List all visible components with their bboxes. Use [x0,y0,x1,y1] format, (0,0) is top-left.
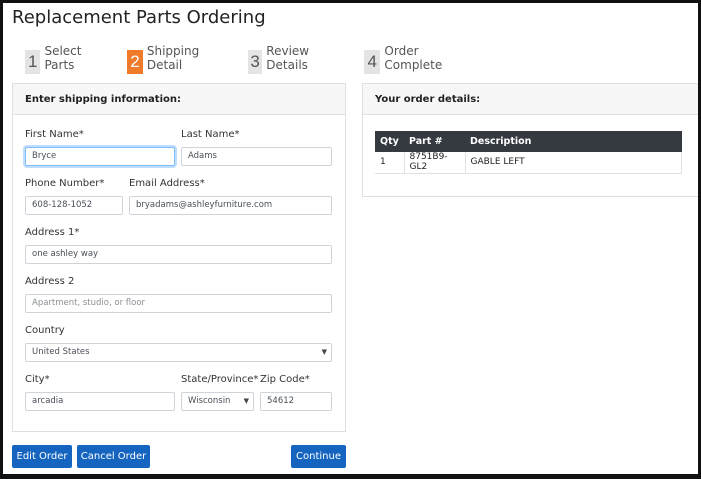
step-shipping-detail: 2 Shipping Detail [127,44,207,74]
address2-label: Address 2 [25,276,75,287]
step-number: 1 [25,50,41,74]
shipping-card-header: Enter shipping information: [13,84,345,115]
step-label: Order Complete [384,44,443,72]
order-table: Qty Part # Description 1 8751B9-GL2 GABL… [375,131,682,174]
cell-description: GABLE LEFT [464,152,682,174]
column-header-description: Description [465,131,682,152]
city-input[interactable]: arcadia [25,392,175,411]
continue-button[interactable]: Continue [291,445,346,468]
step-number: 3 [248,50,263,74]
step-order-complete: 4 Order Complete [364,44,450,74]
step-select-parts: 1 Select Parts [25,44,90,74]
page-title: Replacement Parts Ordering [12,7,266,28]
app-window: Replacement Parts Ordering 1 Select Part… [0,0,701,479]
zip-label: Zip Code* [260,374,310,385]
order-card-header: Your order details: [363,84,698,115]
first-name-input[interactable]: Bryce [25,147,175,166]
edit-order-button[interactable]: Edit Order [12,445,72,468]
cancel-order-button[interactable]: Cancel Order [77,445,150,468]
state-label: State/Province* [181,374,259,385]
email-input[interactable]: bryadams@ashleyfurniture.com [129,196,332,215]
address1-label: Address 1* [25,227,80,238]
country-select[interactable]: United States ▼ [25,343,332,362]
column-header-part: Part # [404,131,465,152]
address1-input[interactable]: one ashley way [25,245,332,264]
column-header-qty: Qty [375,131,404,152]
step-review-details: 3 Review Details [248,44,319,74]
email-label: Email Address* [129,178,205,189]
order-card: Your order details: Qty Part # Descripti… [362,83,698,197]
table-row: 1 8751B9-GL2 GABLE LEFT [375,152,682,174]
last-name-input[interactable]: Adams [181,147,332,166]
order-table-header-row: Qty Part # Description [375,131,682,152]
phone-label: Phone Number* [25,178,105,189]
step-number: 4 [364,50,381,74]
cell-part: 8751B9-GL2 [403,152,465,174]
step-label: Review Details [266,44,310,72]
last-name-label: Last Name* [181,129,240,140]
first-name-label: First Name* [25,129,84,140]
address2-input[interactable]: Apartment, studio, or floor [25,294,332,313]
step-label: Select Parts [44,44,82,72]
country-label: Country [25,325,65,336]
zip-input[interactable]: 54612 [260,392,332,411]
phone-input[interactable]: 608-128-1052 [25,196,123,215]
dropdown-arrow-icon: ▼ [321,348,327,356]
step-label: Shipping Detail [146,44,200,72]
shipping-card: Enter shipping information: First Name* … [12,83,346,432]
state-select[interactable]: Wisconsin ▼ [181,392,254,411]
dropdown-arrow-icon: ▼ [243,397,249,405]
cell-qty: 1 [375,152,404,174]
state-value: Wisconsin [188,396,231,406]
country-value: United States [32,347,90,357]
city-label: City* [25,374,50,385]
step-number: 2 [127,50,143,74]
